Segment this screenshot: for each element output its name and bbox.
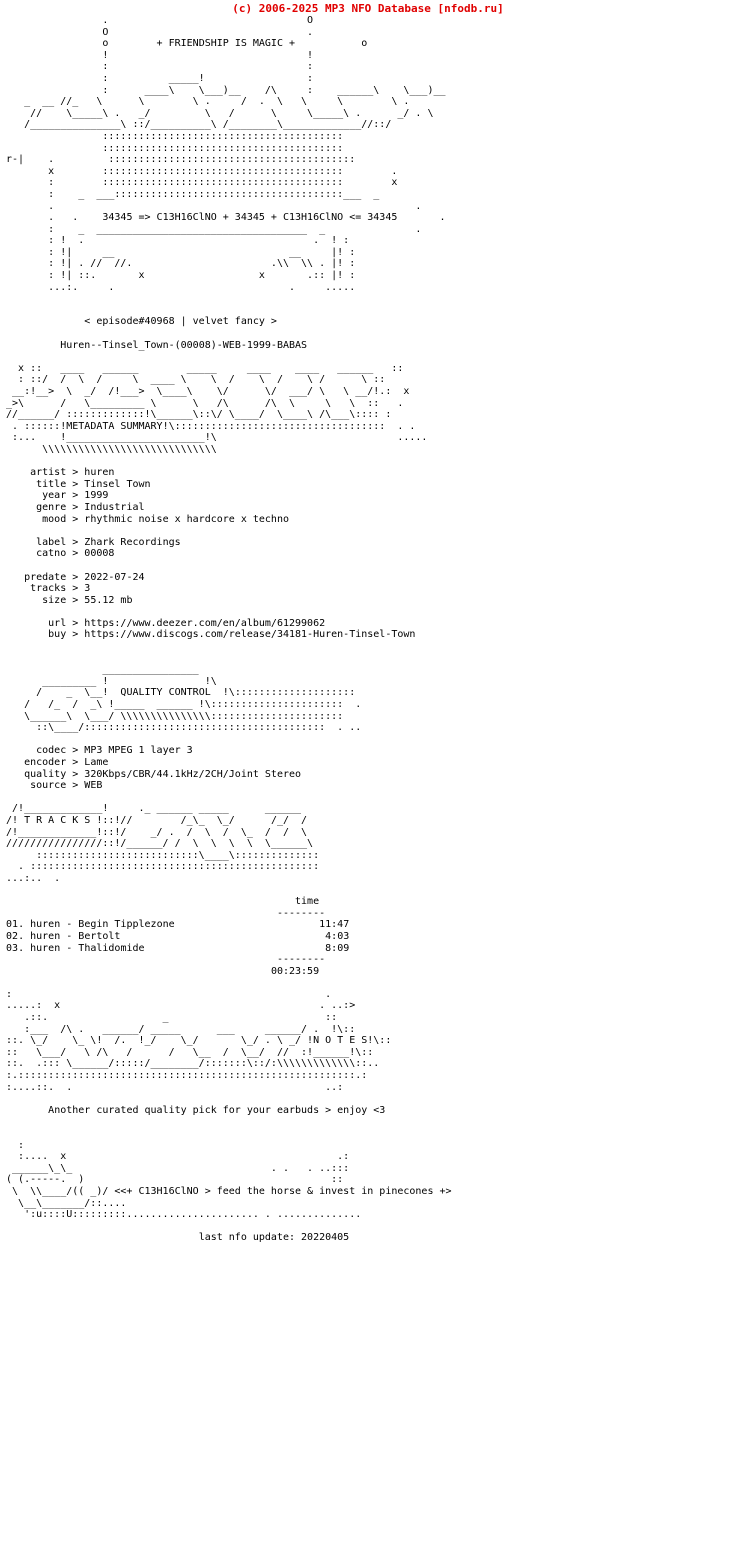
track-time: 4:03 [325, 930, 350, 942]
quality-fields: codec > MP3 MPEG 1 layer 3 encoder > Lam… [0, 745, 302, 792]
site-header: (c) 2006-2025 MP3 NFO Database [nfodb.ru… [232, 2, 504, 15]
episode-line-wrap: < episode#40968 | velvet fancy > [0, 316, 277, 327]
time-rule-top: -------- [276, 907, 326, 919]
notes-banner-label: N O T E S [313, 1035, 368, 1047]
field-catno-value: 00008 [84, 548, 115, 560]
track-artist: huren [30, 919, 61, 931]
footer-ascii-art: : :.... x .: ______\_\_ . . . ..::: ( (.… [6, 1139, 452, 1221]
release-name: Huren--Tinsel_Town-(00008)-WEB-1999-BABA… [60, 339, 308, 351]
field-source-value: WEB [84, 780, 103, 792]
field-buy-value[interactable]: https://www.discogs.com/release/34181-Hu… [84, 629, 415, 640]
field-label-value: Zhark Recordings [84, 536, 181, 548]
field-size-value: 55.12 mb [84, 594, 133, 606]
field-predate-value: 2022-07-24 [84, 571, 145, 583]
nfo-page: (c) 2006-2025 MP3 NFO Database [nfodb.ru… [0, 0, 736, 1244]
metadata-banner-label: METADATA SUMMARY [66, 420, 163, 432]
release-name-wrap: Huren--Tinsel_Town-(00008)-WEB-1999-BABA… [0, 340, 307, 351]
time-column-header: time [295, 896, 320, 908]
track-number: 02. [6, 930, 25, 942]
field-tracks-value: 3 [84, 583, 91, 595]
top-ascii-art: . O O . o + FRIENDSHIP IS MAGIC + o ! ! … [6, 15, 446, 293]
track-row: 02. huren - Bertolt 4:03 [6, 930, 350, 942]
notes-banner-art: : . .....: x . ..:> .::. _ :: :___ /\ . … [6, 988, 392, 1093]
track-number: 01. [6, 919, 25, 931]
notes-text: Another curated quality pick for your ea… [48, 1104, 386, 1116]
notes-text-wrap: Another curated quality pick for your ea… [0, 1105, 385, 1116]
track-row: 01. huren - Begin Tipplezone 11:47 [6, 919, 350, 931]
field-year-value: 1999 [84, 490, 109, 502]
track-title: Begin Tipplezone [78, 919, 175, 931]
tracks-banner-art: /!_____________! ._ ______ _____ ______ … [6, 803, 320, 884]
tracklist-header: time -------- [0, 896, 325, 919]
last-update: last nfo update: 20220405 [198, 1232, 350, 1244]
track-title: Bertolt [78, 930, 121, 942]
field-quality-value: 320Kbps/CBR/44.1kHz/2CH/Joint Stereo [84, 768, 302, 780]
quality-banner-label: QUALITY CONTROL [120, 687, 211, 699]
field-genre-value: Industrial [84, 501, 145, 513]
track-title: Thalidomide [78, 942, 145, 954]
track-time: 11:47 [319, 919, 350, 931]
last-update-wrap: last nfo update: 20220405 [0, 1232, 350, 1244]
track-number: 03. [6, 942, 25, 954]
track-artist: huren [30, 942, 61, 954]
nfo-body: . O O . o + FRIENDSHIP IS MAGIC + o ! ! … [0, 15, 736, 1244]
track-artist: huren [30, 930, 61, 942]
tagline-text: + FRIENDSHIP IS MAGIC + [156, 38, 296, 50]
tracklist-total-wrap: -------- 00:23:59 [0, 954, 325, 977]
metadata-fields: artist > huren title > Tinsel Town year … [0, 467, 416, 641]
footer-slogan: <<+ C13H16ClNO > feed the horse & invest… [114, 1185, 452, 1197]
quality-banner-art: ________________ _________ ! !\ / _ \__!… [24, 664, 362, 734]
field-title-value: Tinsel Town [84, 478, 151, 490]
episode-line: < episode#40968 | velvet fancy > [84, 316, 277, 328]
track-row: 03. huren - Thalidomide 8:09 [6, 942, 350, 954]
metadata-banner-art: x :: ____ ______ _____ ____ ____ ______ … [6, 362, 428, 455]
tracks-banner-label: T R A C K S [24, 814, 91, 826]
field-artist-value: huren [84, 467, 115, 479]
field-codec-value: MP3 MPEG 1 layer 3 [84, 745, 193, 757]
field-url-value[interactable]: https://www.deezer.com/en/album/61299062 [84, 618, 325, 629]
track-time: 8:09 [325, 942, 350, 954]
field-mood-value: rhythmic noise x hardcore x techno [84, 513, 289, 525]
field-encoder-value: Lame [84, 757, 109, 768]
time-rule-bottom: -------- [276, 954, 326, 966]
tracklist-total: 00:23:59 [270, 965, 320, 977]
chem-formula-line: 34345 => C13H16ClNO + 34345 + C13H16ClNO… [102, 212, 398, 224]
